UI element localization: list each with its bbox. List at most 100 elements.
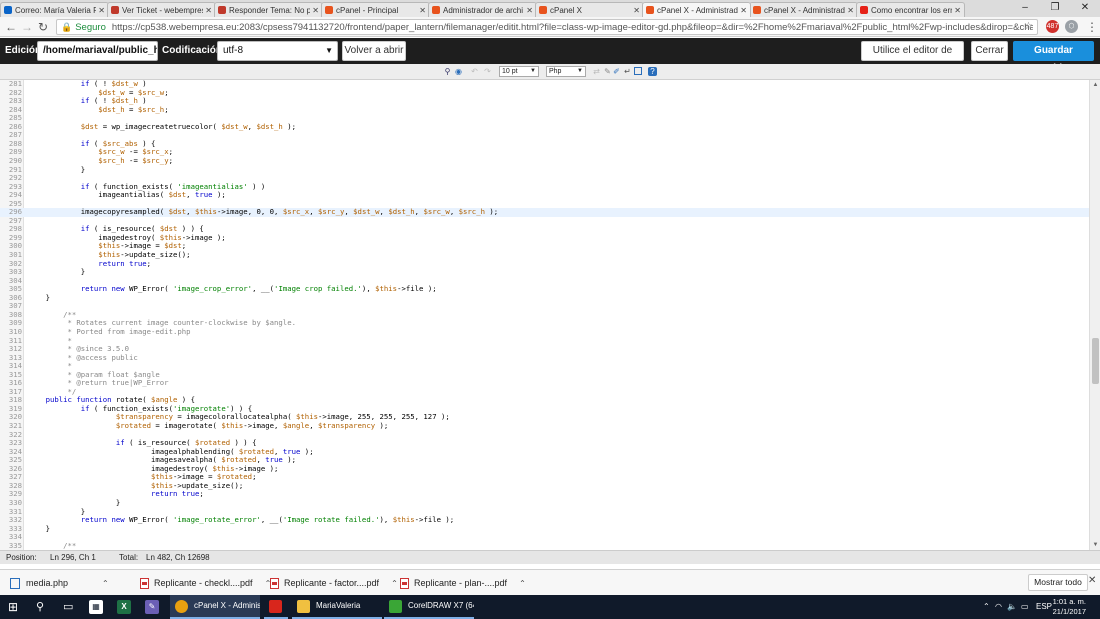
font-size-select[interactable]: 10 pt ▼ — [499, 66, 539, 77]
task-view-icon[interactable]: ▭ — [63, 595, 73, 619]
browser-tab[interactable]: Correo: María Valeria F ✕ — [0, 2, 109, 17]
menu-dots-icon[interactable]: ⋮ — [1084, 20, 1100, 34]
taskbar-app-chrome[interactable]: cPanel X - Adminis... — [170, 595, 260, 619]
back-icon[interactable]: ← — [3, 20, 19, 34]
code-line[interactable]: 316 * @return true|WP_Error — [0, 379, 1089, 388]
download-item[interactable]: Replicante - checkl....pdf ⌃ — [140, 575, 271, 591]
code-line[interactable]: 330 } — [0, 498, 1089, 508]
system-clock[interactable]: 1:01 a. m. 21/1/2017 — [1053, 597, 1086, 617]
code-line[interactable]: 303 } — [0, 268, 1089, 277]
goto-icon[interactable]: ◉ — [454, 67, 463, 76]
code-line[interactable]: 329 return true; — [0, 490, 1089, 499]
code-line[interactable]: 334 — [0, 533, 1089, 542]
keyboard-icon[interactable]: ▭ — [1021, 595, 1029, 619]
code-line[interactable]: 332 return new WP_Error( 'image_rotate_e… — [0, 515, 1089, 525]
browser-tab[interactable]: Administrador de archi ✕ — [428, 2, 537, 17]
close-button[interactable]: Cerrar — [971, 41, 1008, 61]
maximize-button[interactable]: ❐ — [1040, 0, 1070, 17]
close-window-button[interactable]: ✕ — [1070, 0, 1100, 17]
chevron-up-icon[interactable]: ⌃ — [102, 579, 109, 588]
forward-icon[interactable]: → — [19, 20, 35, 34]
file-path-input[interactable]: /home/mariaval/public_ht — [37, 41, 158, 61]
fullscreen-icon[interactable] — [634, 67, 642, 75]
search-replace-icon[interactable]: ⇄ — [592, 67, 601, 76]
minimize-button[interactable]: – — [1010, 0, 1040, 17]
browser-tab[interactable]: cPanel X ✕ — [535, 2, 644, 17]
undo-icon[interactable]: ↶ — [470, 67, 479, 76]
tab-close-icon[interactable]: ✕ — [954, 6, 961, 15]
download-item[interactable]: media.php ⌃ — [10, 575, 109, 591]
reload-icon[interactable]: ↻ — [35, 20, 51, 34]
code-line[interactable]: 310 * Ported from image-edit.php — [0, 327, 1089, 337]
taskbar-app-explorer[interactable]: MariaValeria — [292, 595, 382, 619]
code-line[interactable]: 333 } — [0, 524, 1089, 534]
code-line[interactable]: 294 imageantialias( $dst, true ); — [0, 190, 1089, 200]
code-line[interactable]: 287 — [0, 131, 1089, 140]
volume-icon[interactable]: 🔈 — [1007, 595, 1017, 619]
paint-icon[interactable]: ✎ — [145, 600, 159, 614]
tab-close-icon[interactable]: ✕ — [419, 6, 426, 15]
code-line[interactable]: 335 /** — [0, 541, 1089, 550]
reopen-button[interactable]: Volver a abrir — [342, 41, 406, 61]
code-line[interactable]: 313 * @access public — [0, 353, 1089, 363]
code-line[interactable]: 301 $this->update_size(); — [0, 250, 1089, 260]
code-line[interactable]: 284 $dst_h = $src_h; — [0, 105, 1089, 115]
tab-close-icon[interactable]: ✕ — [312, 6, 319, 15]
code-line[interactable]: 286 $dst = wp_imagecreatetruecolor( $dst… — [0, 122, 1089, 132]
binoculars-icon[interactable]: ⚲ — [443, 67, 452, 76]
browser-tab[interactable]: cPanel X - Administrado ✕ — [749, 2, 858, 17]
search-icon[interactable]: ⚲ — [36, 595, 44, 619]
tab-close-icon[interactable]: ✕ — [740, 6, 747, 15]
tab-close-icon[interactable]: ✕ — [633, 6, 640, 15]
bookmark-star-icon[interactable]: ☆ — [1024, 21, 1033, 32]
code-line[interactable]: 296 imagecopyresampled( $dst, $this->ima… — [0, 208, 1089, 217]
code-line[interactable]: 302 return true; — [0, 259, 1089, 269]
download-item[interactable]: Replicante - plan-....pdf ⌃ — [400, 575, 526, 591]
highlight-icon[interactable]: ✎ — [603, 67, 612, 76]
show-all-downloads-button[interactable]: Mostrar todo — [1028, 574, 1088, 591]
code-line[interactable]: 290 $src_h -= $src_y; — [0, 156, 1089, 166]
code-line[interactable]: 321 $rotated = imagerotate( $this->image… — [0, 421, 1089, 431]
code-line[interactable]: 314 * — [0, 361, 1089, 371]
save-button[interactable]: Guardar cambios — [1013, 41, 1094, 74]
encoding-select[interactable]: utf-8 ▼ — [217, 41, 338, 61]
scrollbar-thumb[interactable] — [1092, 338, 1099, 384]
text-editor-button[interactable]: Utilice el editor de texto — [861, 41, 964, 74]
chevron-up-icon[interactable]: ⌃ — [391, 579, 398, 588]
word-wrap-icon[interactable]: ↵ — [623, 67, 632, 76]
scroll-up-icon[interactable]: ▲ — [1090, 80, 1100, 90]
code-editor[interactable]: 281 if ( ! $dst_w ) 282 $dst_w = $src_w; 2… — [0, 80, 1089, 550]
tray-chevron-up-icon[interactable]: ⌃ — [983, 595, 990, 619]
tab-close-icon[interactable]: ✕ — [526, 6, 533, 15]
tab-close-icon[interactable]: ✕ — [847, 6, 854, 15]
language-indicator[interactable]: ESP — [1036, 595, 1052, 619]
pen-icon[interactable]: ✐ — [612, 67, 621, 76]
code-line[interactable]: 311 * — [0, 336, 1089, 346]
syntax-select[interactable]: Php ▼ — [546, 66, 586, 77]
tab-close-icon[interactable]: ✕ — [98, 6, 105, 15]
vertical-scrollbar[interactable]: ▲ ▼ — [1089, 80, 1100, 550]
url-input[interactable]: 🔒 Seguro https://cp538.webempresa.eu:208… — [56, 19, 1038, 35]
help-icon[interactable]: ? — [648, 67, 657, 76]
code-line[interactable]: 291 } — [0, 165, 1089, 175]
excel-icon[interactable]: X — [117, 600, 131, 614]
code-line[interactable]: 312 * @since 3.5.0 — [0, 344, 1089, 354]
code-line[interactable]: 306 } — [0, 293, 1089, 303]
browser-tab[interactable]: Responder Tema: No p ✕ — [214, 2, 323, 17]
close-icon[interactable]: ✕ — [1088, 575, 1098, 586]
code-line[interactable]: 305 return new WP_Error( 'image_crop_err… — [0, 284, 1089, 294]
browser-tab[interactable]: cPanel X - Administrado ✕ — [642, 2, 751, 17]
chevron-up-icon[interactable]: ⌃ — [519, 579, 526, 588]
extension-badge-icon[interactable]: 487 — [1046, 20, 1059, 33]
code-line[interactable]: 282 $dst_w = $src_w; — [0, 88, 1089, 98]
wifi-icon[interactable]: ◠ — [995, 595, 1002, 619]
browser-tab[interactable]: Ver Ticket - webempres ✕ — [107, 2, 216, 17]
redo-icon[interactable]: ↷ — [483, 67, 492, 76]
download-item[interactable]: Replicante - factor....pdf ⌃ — [270, 575, 398, 591]
browser-tab[interactable]: cPanel - Principal ✕ — [321, 2, 430, 17]
store-icon[interactable]: ▦ — [89, 600, 103, 614]
code-line[interactable]: 307 — [0, 302, 1089, 311]
scroll-down-icon[interactable]: ▼ — [1090, 540, 1100, 550]
windows-start-icon[interactable]: ⊞ — [8, 595, 18, 619]
tab-close-icon[interactable]: ✕ — [205, 6, 212, 15]
